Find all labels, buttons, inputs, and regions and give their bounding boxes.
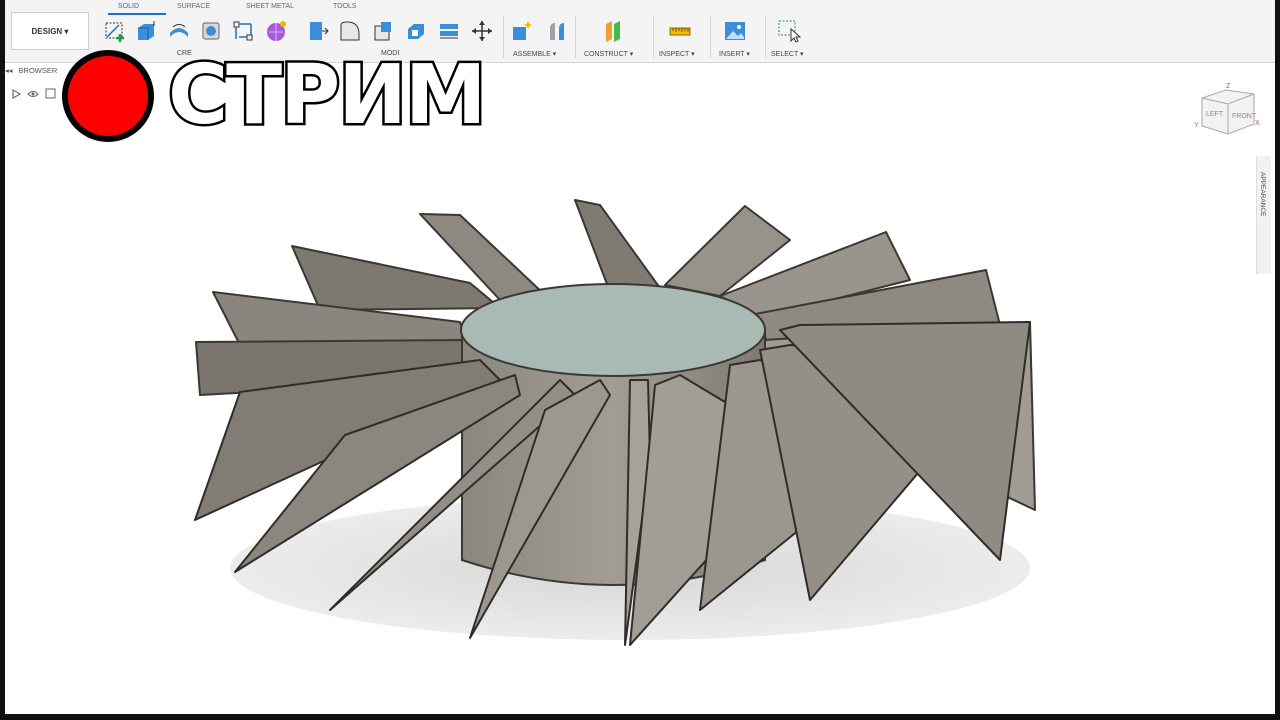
video-frame-border — [0, 0, 1280, 720]
